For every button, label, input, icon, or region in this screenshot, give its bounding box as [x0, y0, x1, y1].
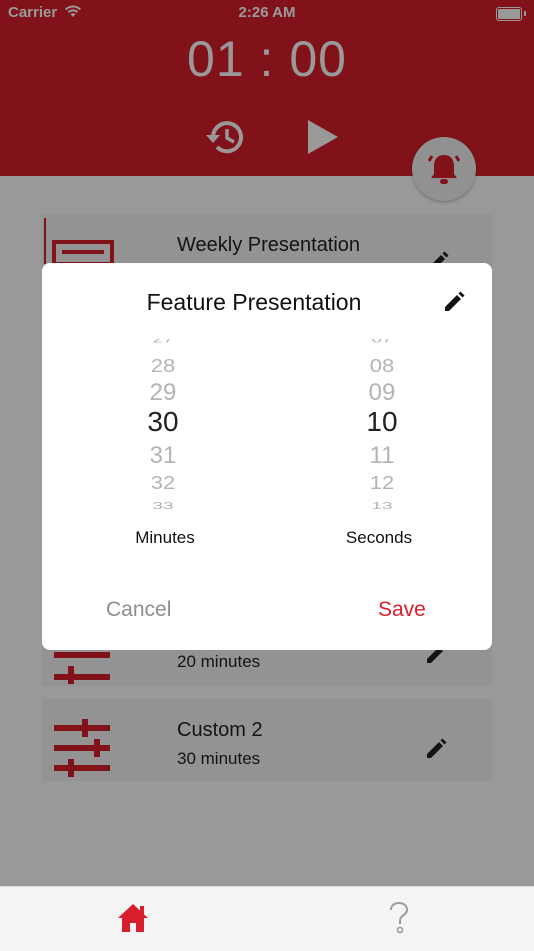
- cancel-button[interactable]: Cancel: [106, 598, 171, 622]
- picker-selected: 30: [147, 406, 179, 437]
- minutes-label: Minutes: [135, 528, 195, 547]
- edit-title-icon[interactable]: [442, 290, 466, 314]
- seconds-picker[interactable]: 07 08 09 10 11 12 13: [322, 339, 442, 509]
- duration-dialog: Feature Presentation 27 28 29 30 31 32 3…: [42, 263, 492, 650]
- picker-option: 07: [371, 339, 393, 346]
- picker-option: 12: [369, 471, 395, 494]
- dialog-title: Feature Presentation: [146, 289, 362, 315]
- picker-option: 32: [150, 471, 176, 494]
- picker-option: 09: [368, 379, 396, 406]
- home-icon[interactable]: [117, 903, 149, 933]
- seconds-label: Seconds: [345, 528, 413, 547]
- picker-option: 28: [150, 354, 176, 377]
- picker-selected: 10: [366, 406, 398, 437]
- tab-bar: [0, 886, 534, 951]
- help-icon[interactable]: [388, 901, 410, 935]
- picker-option: 08: [369, 354, 395, 377]
- picker-option: 29: [149, 379, 177, 406]
- save-button[interactable]: Save: [378, 598, 426, 622]
- picker-option: 11: [369, 442, 395, 469]
- picker-option: 27: [152, 339, 174, 346]
- picker-option: 31: [149, 442, 177, 469]
- minutes-picker[interactable]: 27 28 29 30 31 32 33: [103, 339, 223, 509]
- picker-option: 33: [152, 499, 174, 509]
- picker-option: 13: [371, 499, 393, 509]
